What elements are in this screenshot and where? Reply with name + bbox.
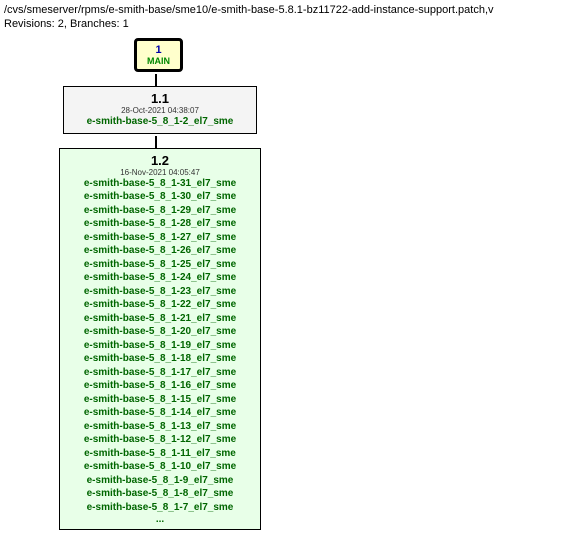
revision-tag: e-smith-base-5_8_1-15_el7_sme bbox=[68, 393, 252, 407]
branch-label: MAIN bbox=[147, 56, 170, 66]
header-path: /cvs/smeserver/rpms/e-smith-base/sme10/e… bbox=[4, 4, 580, 16]
revision-tag: e-smith-base-5_8_1-24_el7_sme bbox=[68, 271, 252, 285]
revision-tag: e-smith-base-5_8_1-16_el7_sme bbox=[68, 379, 252, 393]
revision-tag: e-smith-base-5_8_1-13_el7_sme bbox=[68, 420, 252, 434]
revision-tag: e-smith-base-5_8_1-31_el7_sme bbox=[68, 177, 252, 191]
revision-tag: e-smith-base-5_8_1-18_el7_sme bbox=[68, 352, 252, 366]
revision-tag: e-smith-base-5_8_1-29_el7_sme bbox=[68, 204, 252, 218]
revision-tag: e-smith-base-5_8_1-22_el7_sme bbox=[68, 298, 252, 312]
revision-tag: e-smith-base-5_8_1-8_el7_sme bbox=[68, 487, 252, 501]
revision-tag: e-smith-base-5_8_1-27_el7_sme bbox=[68, 231, 252, 245]
cvs-graph: 1 MAIN 1.1 28-Oct-2021 04:38:07 e-smith-… bbox=[59, 38, 580, 532]
revision-tag: e-smith-base-5_8_1-26_el7_sme bbox=[68, 244, 252, 258]
revision-date: 28-Oct-2021 04:38:07 bbox=[72, 106, 248, 115]
revision-number: 1.1 bbox=[72, 91, 248, 106]
branch-number: 1 bbox=[147, 44, 170, 56]
revision-tag: e-smith-base-5_8_1-19_el7_sme bbox=[68, 339, 252, 353]
revision-tag: e-smith-base-5_8_1-10_el7_sme bbox=[68, 460, 252, 474]
revision-node-1-2: 1.2 16-Nov-2021 04:05:47 e-smith-base-5_… bbox=[59, 148, 261, 531]
revision-tag: e-smith-base-5_8_1-9_el7_sme bbox=[68, 474, 252, 488]
revision-tag: e-smith-base-5_8_1-20_el7_sme bbox=[68, 325, 252, 339]
connector-line bbox=[155, 136, 157, 148]
revision-tag: e-smith-base-5_8_1-21_el7_sme bbox=[68, 312, 252, 326]
revision-tag: e-smith-base-5_8_1-30_el7_sme bbox=[68, 190, 252, 204]
header-stats: Revisions: 2, Branches: 1 bbox=[4, 18, 580, 30]
revision-number: 1.2 bbox=[68, 153, 252, 168]
revision-tag: e-smith-base-5_8_1-7_el7_sme bbox=[68, 501, 252, 515]
revision-tag: e-smith-base-5_8_1-17_el7_sme bbox=[68, 366, 252, 380]
revision-tag: e-smith-base-5_8_1-14_el7_sme bbox=[68, 406, 252, 420]
revision-tag: e-smith-base-5_8_1-12_el7_sme bbox=[68, 433, 252, 447]
revision-date: 16-Nov-2021 04:05:47 bbox=[68, 168, 252, 177]
ellipsis: ... bbox=[68, 514, 252, 525]
revision-node-1-1: 1.1 28-Oct-2021 04:38:07 e-smith-base-5_… bbox=[63, 86, 257, 134]
revision-tag: e-smith-base-5_8_1-25_el7_sme bbox=[68, 258, 252, 272]
revision-tags-list: e-smith-base-5_8_1-31_el7_smee-smith-bas… bbox=[68, 177, 252, 515]
revision-tag: e-smith-base-5_8_1-28_el7_sme bbox=[68, 217, 252, 231]
branch-main-node: 1 MAIN bbox=[134, 38, 183, 72]
connector-line bbox=[155, 74, 157, 86]
revision-tag: e-smith-base-5_8_1-11_el7_sme bbox=[68, 447, 252, 461]
revision-tag: e-smith-base-5_8_1-23_el7_sme bbox=[68, 285, 252, 299]
revision-tag: e-smith-base-5_8_1-2_el7_sme bbox=[72, 115, 248, 129]
